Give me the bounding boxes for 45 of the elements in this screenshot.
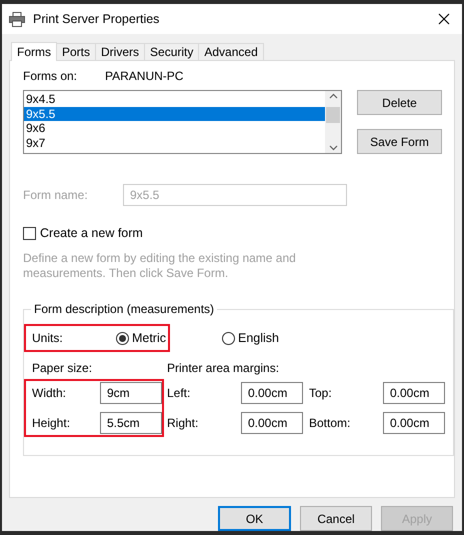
dialog-button[interactable]: Cancel	[300, 506, 372, 531]
form-name-label: Form name:	[23, 188, 89, 202]
margin-label: Left:	[167, 386, 192, 400]
forms-on-label: Forms on:	[23, 69, 78, 83]
close-icon[interactable]	[438, 13, 450, 25]
hint-text: Define a new form by editing the existing name and measurements. Then click Save Form.	[23, 251, 297, 280]
radio-button[interactable]	[116, 332, 129, 344]
checkbox[interactable]	[23, 226, 36, 240]
dimension-label: Width:	[32, 386, 68, 400]
dimension-field[interactable]: 9cm	[100, 382, 162, 404]
chevron-down-icon[interactable]	[328, 145, 338, 151]
printer-icon	[9, 12, 25, 26]
dialog-button[interactable]: OK	[218, 506, 291, 531]
margin-field[interactable]: 0.00cm	[383, 412, 445, 434]
server-name: PARANUN-PC	[105, 69, 184, 83]
scrollbar[interactable]	[325, 91, 341, 153]
tab[interactable]: Security	[144, 43, 200, 60]
margin-label: Right:	[167, 416, 200, 430]
scroll-thumb[interactable]	[326, 107, 340, 123]
margin-field[interactable]: 0.00cm	[241, 412, 303, 434]
margin-field[interactable]: 0.00cm	[241, 382, 303, 404]
paper-size-label: Paper size:	[32, 361, 94, 375]
window-title: Print Server Properties	[33, 12, 160, 26]
tab[interactable]: Advanced	[198, 43, 264, 60]
save-form-button[interactable]: Save Form	[357, 129, 442, 154]
list-item[interactable]: 9x7	[24, 136, 325, 150]
radio-option[interactable]: English	[222, 331, 279, 345]
forms-list[interactable]: 9x4.5 9x5.5 9x6 9x7	[23, 90, 342, 154]
margin-label: Top:	[309, 386, 333, 400]
chevron-up-icon[interactable]	[328, 93, 338, 99]
radio-option[interactable]: Metric	[116, 331, 166, 345]
checkbox-label: Create a new form	[40, 226, 143, 240]
group-title: Form description (measurements)	[33, 302, 216, 316]
dimension-field[interactable]: 5.5cm	[100, 412, 162, 434]
dimension-label: Height:	[32, 416, 72, 430]
delete-button[interactable]: Delete	[357, 90, 442, 115]
tab[interactable]: Forms	[11, 42, 57, 61]
margin-field[interactable]: 0.00cm	[383, 382, 445, 404]
list-item[interactable]: 9x6	[24, 121, 325, 136]
margin-label: Bottom:	[309, 416, 352, 430]
list-item[interactable]: 9x4.5	[24, 92, 325, 106]
units-label: Units:	[32, 331, 64, 345]
list-item[interactable]: 9x5.5	[24, 106, 325, 121]
radio-button[interactable]	[222, 332, 235, 344]
margins-label: Printer area margins:	[167, 361, 280, 375]
